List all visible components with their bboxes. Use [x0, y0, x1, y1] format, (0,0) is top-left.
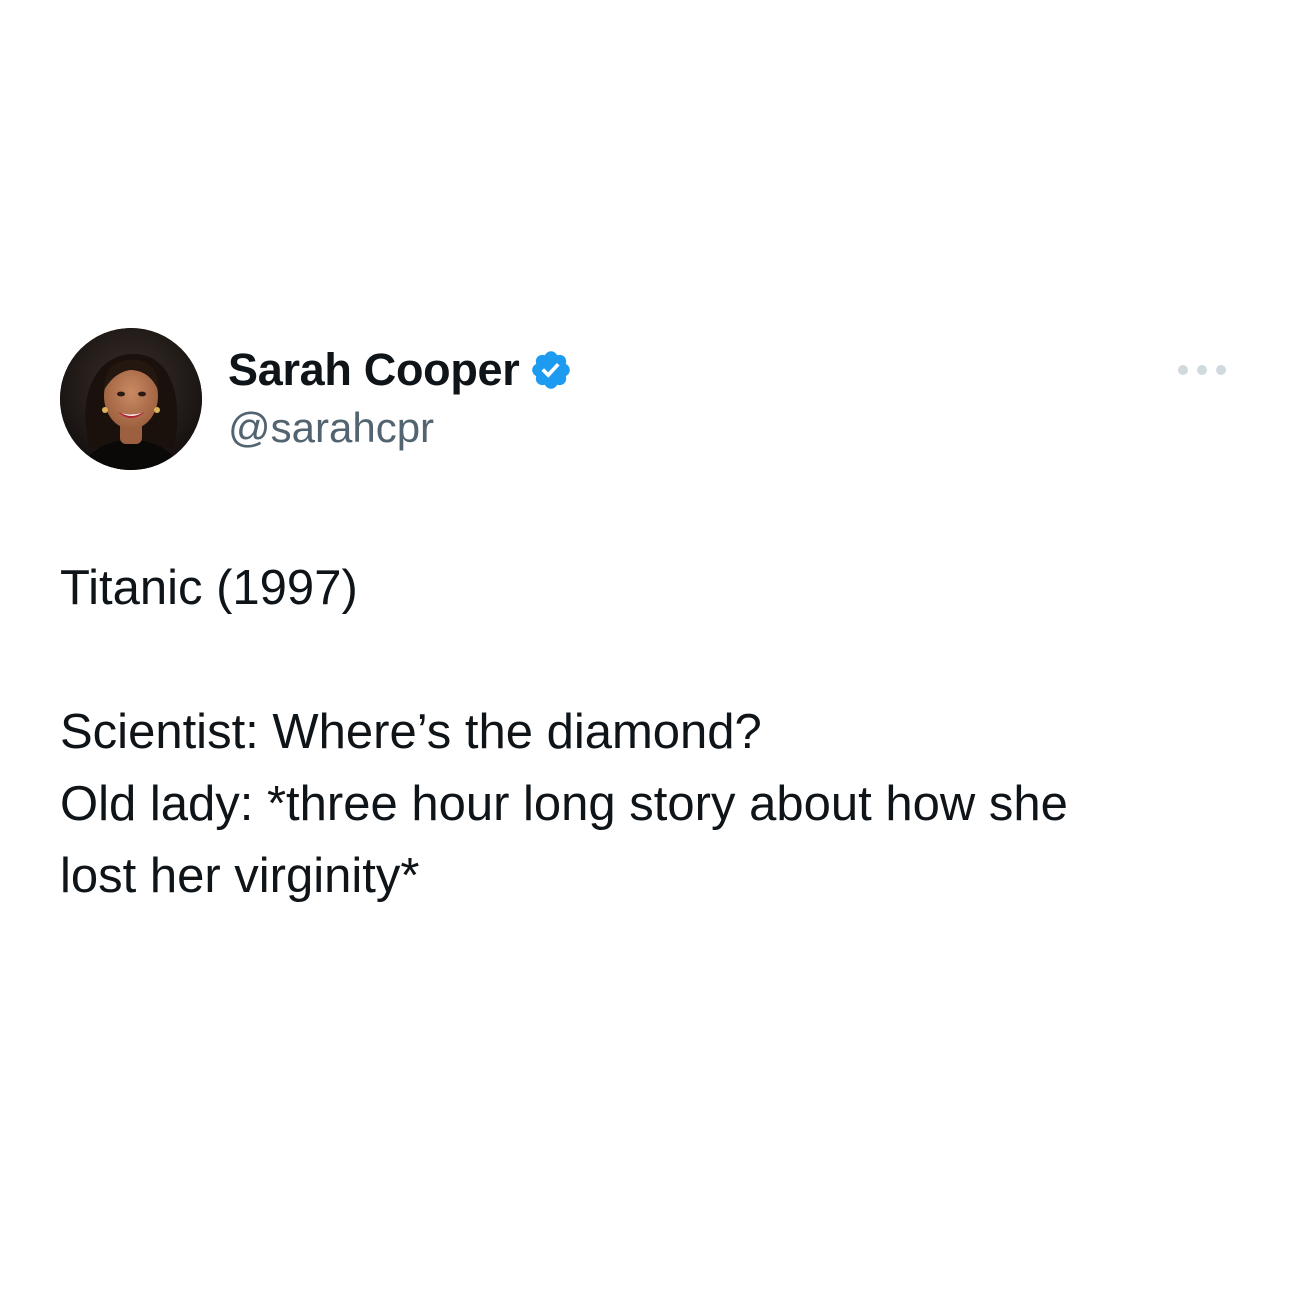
author-display-name[interactable]: Sarah Cooper [228, 344, 520, 396]
avatar[interactable] [60, 328, 202, 470]
avatar-image [60, 328, 202, 470]
tweet-line: Titanic (1997) [60, 561, 358, 615]
verified-badge-icon [529, 348, 573, 392]
dot-icon [1216, 365, 1226, 375]
tweet-line: lost her virginity* [60, 849, 420, 903]
tweet-text: Titanic (1997) Scientist: Where’s the di… [60, 552, 1240, 912]
author-handle[interactable]: @sarahcpr [228, 404, 434, 452]
dot-icon [1197, 365, 1207, 375]
dot-icon [1178, 365, 1188, 375]
author-name-row: Sarah Cooper [228, 340, 573, 400]
tweet-line: Old lady: *three hour long story about h… [60, 777, 1068, 831]
more-options-icon[interactable] [1178, 358, 1226, 382]
tweet-card: Sarah Cooper @sarahcpr Titanic (1997) Sc… [0, 0, 1290, 1290]
tweet-line: Scientist: Where’s the diamond? [60, 705, 762, 759]
